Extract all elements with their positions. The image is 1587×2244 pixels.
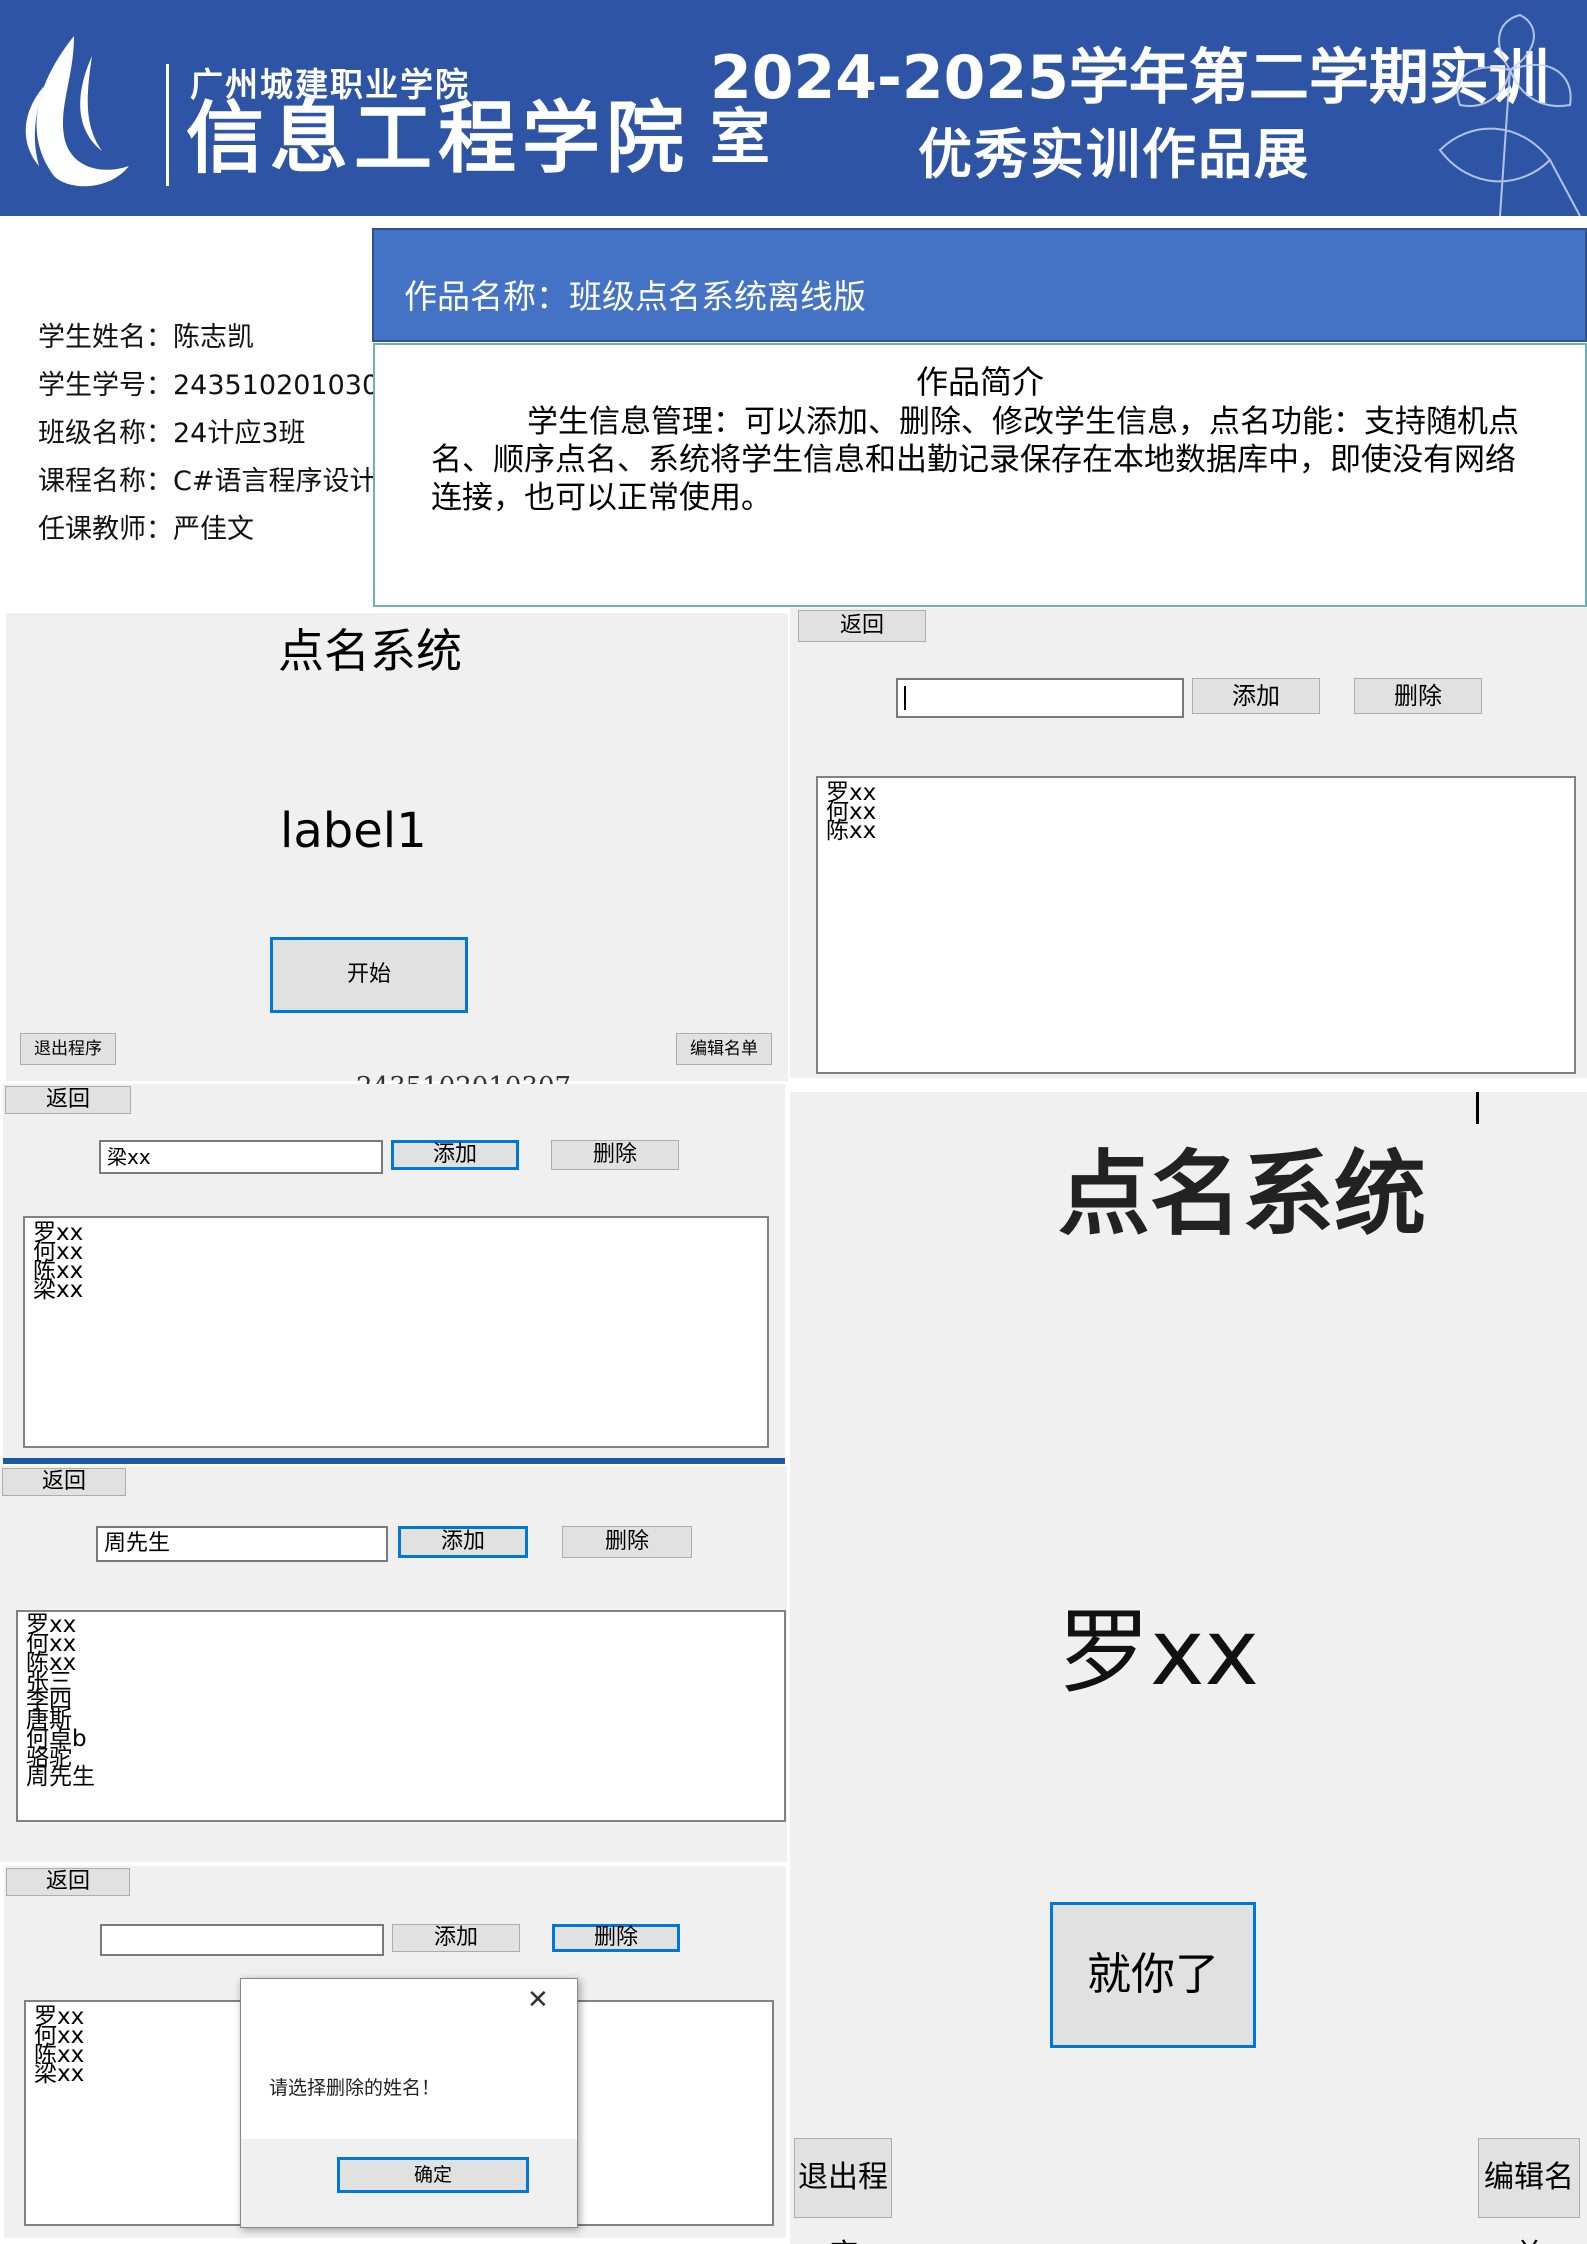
list-item[interactable]: 何xx bbox=[26, 1633, 776, 1656]
back-button[interactable]: 返回 bbox=[6, 1868, 130, 1896]
delete-button[interactable]: 删除 bbox=[562, 1526, 692, 1558]
dialog-ok-button[interactable]: 确定 bbox=[337, 2157, 529, 2193]
start-button[interactable]: 开始 bbox=[270, 937, 468, 1013]
list-item[interactable]: 周先生 bbox=[26, 1766, 776, 1789]
intro-text: 学生信息管理：可以添加、删除、修改学生信息，点名功能：支持随机点名、顺序点名、系… bbox=[431, 404, 1519, 516]
list-item[interactable]: 罗xx bbox=[26, 1614, 776, 1637]
exhibition-title-line2: 优秀实训作品展 bbox=[918, 123, 1310, 186]
add-button[interactable]: 添加 bbox=[392, 1924, 520, 1952]
add-button[interactable]: 添加 bbox=[1192, 678, 1320, 714]
list-item[interactable]: 张三 bbox=[26, 1671, 776, 1694]
college-name: 信息工程学院 bbox=[186, 94, 691, 184]
name-input[interactable]: 梁xx bbox=[99, 1140, 383, 1174]
student-listbox[interactable]: 罗xx 何xx 陈xx 梁xx bbox=[23, 1216, 769, 1448]
back-button[interactable]: 返回 bbox=[2, 1468, 126, 1496]
add-button[interactable]: 添加 bbox=[391, 1140, 519, 1170]
name-input[interactable] bbox=[896, 678, 1184, 718]
work-title-bar: 作品名称：班级点名系统离线版 bbox=[372, 228, 1587, 342]
class-name: 班级名称：24计应3班 bbox=[38, 418, 306, 449]
list-item[interactable]: 梁xx bbox=[33, 1279, 759, 1302]
work-intro-box: 作品简介 学生信息管理：可以添加、删除、修改学生信息，点名功能：支持随机点名、顺… bbox=[373, 343, 1587, 607]
window-border bbox=[3, 1458, 785, 1464]
student-id: 学生学号：2435102010307 bbox=[38, 370, 397, 401]
exit-button[interactable]: 退出程序 bbox=[20, 1033, 116, 1065]
edit-form-empty-screenshot: 返回 添加 删除 罗xx 何xx 陈xx bbox=[790, 608, 1587, 1078]
result-label: 罗xx bbox=[1058, 1599, 1259, 1706]
form-title: 点名系统 bbox=[278, 624, 462, 678]
list-item[interactable]: 陈xx bbox=[26, 1652, 776, 1675]
exit-button[interactable]: 退出程序 bbox=[794, 2138, 892, 2244]
edit-form-delete-dialog-screenshot: 返回 添加 删除 罗xx 何xx 陈xx 梁xx ✕ 请选择删除的姓名！ 确定 bbox=[4, 1866, 786, 2238]
list-item[interactable]: 罗xx bbox=[33, 1222, 759, 1245]
result-label: label1 bbox=[280, 803, 427, 859]
name-input[interactable] bbox=[100, 1924, 384, 1956]
main-form-design-screenshot: 点名系统 label1 开始 退出程序 编辑名单 bbox=[6, 613, 788, 1081]
text-cursor bbox=[904, 686, 906, 710]
main-form-running-screenshot: 点名系统 罗xx 就你了 退出程序 编辑名单 bbox=[790, 1092, 1587, 2244]
back-button[interactable]: 返回 bbox=[5, 1086, 131, 1114]
message-dialog: ✕ 请选择删除的姓名！ 确定 bbox=[240, 1978, 578, 2228]
list-item[interactable]: 罗xx bbox=[826, 782, 1566, 805]
delete-button[interactable]: 删除 bbox=[1354, 678, 1482, 714]
back-button[interactable]: 返回 bbox=[798, 610, 926, 642]
course-name: 课程名称：C#语言程序设计 bbox=[38, 466, 377, 497]
list-item[interactable]: 何xx bbox=[826, 801, 1566, 824]
pick-button[interactable]: 就你了 bbox=[1050, 1902, 1256, 2048]
list-item[interactable]: 骆驼 bbox=[26, 1747, 776, 1770]
list-item[interactable]: 何卓b bbox=[26, 1728, 776, 1751]
work-title: 作品名称：班级点名系统离线版 bbox=[404, 277, 866, 316]
intro-heading: 作品简介 bbox=[915, 363, 1044, 401]
student-listbox[interactable]: 罗xx 何xx 陈xx 张三 李四 唐斯 何卓b 骆驼 周先生 bbox=[16, 1610, 786, 1822]
college-logo-icon bbox=[25, 36, 129, 187]
edit-form-add-screenshot: 返回 梁xx 添加 删除 罗xx 何xx 陈xx 梁xx bbox=[3, 1084, 785, 1464]
name-input[interactable]: 周先生 bbox=[96, 1526, 388, 1562]
teacher-name: 任课教师：严佳文 bbox=[38, 514, 254, 545]
connector-line bbox=[1476, 1092, 1479, 1124]
add-button[interactable]: 添加 bbox=[398, 1526, 528, 1558]
edit-list-button[interactable]: 编辑名单 bbox=[676, 1033, 772, 1065]
close-icon[interactable]: ✕ bbox=[527, 1985, 549, 2015]
delete-button[interactable]: 删除 bbox=[551, 1140, 679, 1170]
list-item[interactable]: 陈xx bbox=[826, 820, 1566, 843]
list-item[interactable]: 唐斯 bbox=[26, 1709, 776, 1732]
form-title: 点名系统 bbox=[1058, 1141, 1427, 1248]
student-listbox[interactable]: 罗xx 何xx 陈xx bbox=[816, 776, 1576, 1074]
list-item[interactable]: 陈xx bbox=[33, 1260, 759, 1283]
dialog-message: 请选择删除的姓名！ bbox=[269, 2077, 441, 2099]
banner-separator bbox=[166, 64, 169, 186]
edit-list-button[interactable]: 编辑名单 bbox=[1478, 2138, 1580, 2244]
delete-button[interactable]: 删除 bbox=[552, 1924, 680, 1952]
edit-form-full-list-screenshot: 返回 周先生 添加 删除 罗xx 何xx 陈xx 张三 李四 唐斯 何卓b 骆驼… bbox=[0, 1466, 787, 1862]
lotus-decoration-icon bbox=[1438, 13, 1581, 216]
student-name: 学生姓名：陈志凯 bbox=[38, 322, 254, 353]
header-banner: 广州城建职业学院 信息工程学院 2024-2025学年第二学期实训室 优秀实训作… bbox=[0, 0, 1587, 216]
list-item[interactable]: 何xx bbox=[33, 1241, 759, 1264]
list-item[interactable]: 李四 bbox=[26, 1690, 776, 1713]
